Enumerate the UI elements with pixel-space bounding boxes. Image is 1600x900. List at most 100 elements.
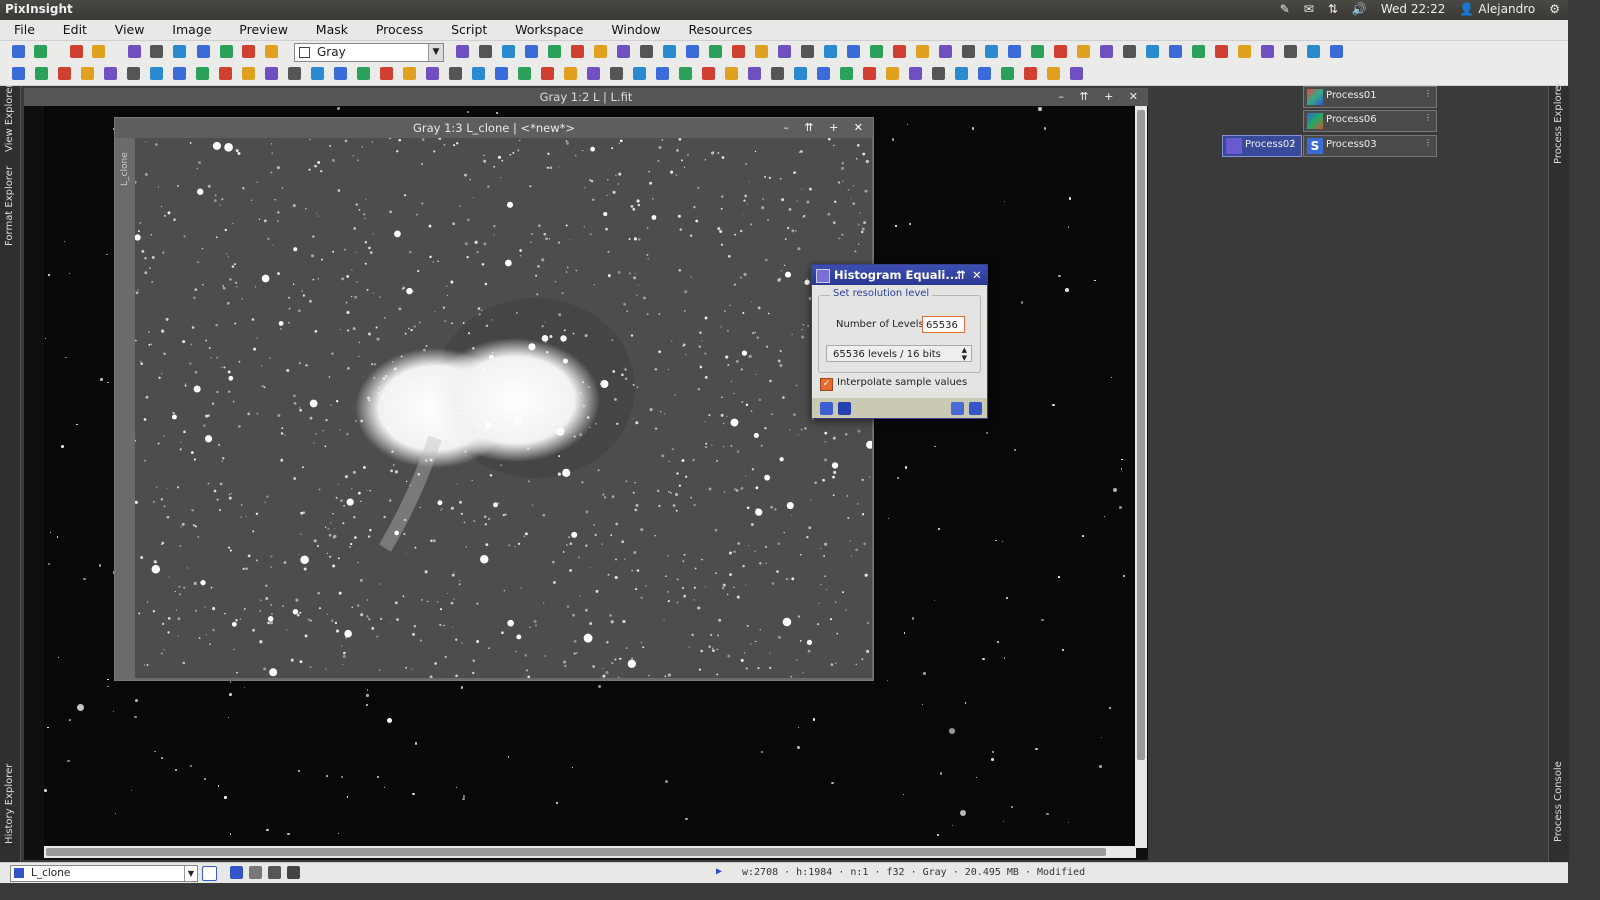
vertical-scrollbar[interactable] [1135, 106, 1147, 848]
toolbar-tool-icon[interactable] [755, 45, 768, 58]
toolbar-tool-icon[interactable] [656, 67, 669, 80]
toolbar-tool-icon[interactable] [985, 45, 998, 58]
toolbar-tool-icon[interactable] [663, 45, 676, 58]
menu-image[interactable]: Image [158, 20, 221, 37]
toolbar-tool-icon[interactable] [564, 67, 577, 80]
documentation-icon[interactable] [951, 402, 964, 415]
toolbar-tool-icon[interactable] [380, 67, 393, 80]
toolbar-tool-icon[interactable] [1077, 45, 1090, 58]
dialog-titlebar[interactable]: Histogram Equali... ⇈ ✕ [812, 265, 987, 285]
toolbar-tool-icon[interactable] [702, 67, 715, 80]
toolbar-tool-icon[interactable] [610, 67, 623, 80]
toolbar-tool-icon[interactable] [334, 67, 347, 80]
toolbar-tool-icon[interactable] [978, 67, 991, 80]
user-name[interactable]: Alejandro [1478, 2, 1535, 16]
chevron-down-icon[interactable]: ▼ [428, 44, 443, 61]
display-mode-icon[interactable] [287, 866, 300, 879]
toolbar-tool-icon[interactable] [932, 67, 945, 80]
toolbar-tool-icon[interactable] [939, 45, 952, 58]
menu-resources[interactable]: Resources [674, 20, 762, 37]
toolbar-tool-icon[interactable] [1330, 45, 1343, 58]
menu-preview[interactable]: Preview [225, 20, 298, 37]
process-icon-02[interactable]: Process02 ⋮ [1222, 135, 1302, 157]
toolbar-tool-icon[interactable] [502, 45, 515, 58]
toolbar-tool-icon[interactable] [311, 67, 324, 80]
horizontal-scrollbar[interactable] [44, 846, 1136, 858]
toolbar-tool-icon[interactable] [104, 67, 117, 80]
toolbar-tool-icon[interactable] [449, 67, 462, 80]
toolbar-tool-icon[interactable] [571, 45, 584, 58]
process-console-tab[interactable]: Process Console [1553, 761, 1564, 842]
toolbar-tool-icon[interactable] [242, 67, 255, 80]
toolbar-tool-icon[interactable] [150, 67, 163, 80]
toolbar-tool-icon[interactable] [617, 45, 630, 58]
format-explorer-tab[interactable]: Format Explorer [4, 166, 15, 246]
display-mode-icon[interactable] [230, 866, 243, 879]
toolbar-tool-icon[interactable] [633, 67, 646, 80]
toolbar-tool-icon[interactable] [1008, 45, 1021, 58]
toolbar-tool-icon[interactable] [12, 45, 25, 58]
levels-input[interactable]: 65536 [922, 316, 965, 333]
toolbar-tool-icon[interactable] [1192, 45, 1205, 58]
toolbar-tool-icon[interactable] [847, 45, 860, 58]
toolbar-tool-icon[interactable] [1031, 45, 1044, 58]
network-icon[interactable]: ⇅ [1328, 2, 1338, 16]
toolbar-tool-icon[interactable] [403, 67, 416, 80]
window-titlebar[interactable]: Gray 1:2 L | L.fit – ⇈ + ✕ [24, 88, 1148, 106]
image-canvas-clone[interactable] [135, 138, 872, 678]
menu-edit[interactable]: Edit [49, 20, 97, 37]
toolbar-tool-icon[interactable] [518, 67, 531, 80]
toolbar-tool-icon[interactable] [1169, 45, 1182, 58]
toolbar-tool-icon[interactable] [128, 45, 141, 58]
toolbar-tool-icon[interactable] [1047, 67, 1060, 80]
new-instance-icon[interactable] [820, 402, 833, 415]
menu-view[interactable]: View [101, 20, 155, 37]
toolbar-tool-icon[interactable] [173, 45, 186, 58]
toolbar-tool-icon[interactable] [525, 45, 538, 58]
toolbar-tool-icon[interactable] [1307, 45, 1320, 58]
toolbar-tool-icon[interactable] [34, 45, 47, 58]
toolbar-tool-icon[interactable] [794, 67, 807, 80]
toolbar-tool-icon[interactable] [495, 67, 508, 80]
menu-script[interactable]: Script [437, 20, 497, 37]
toolbar-tool-icon[interactable] [81, 67, 94, 80]
toolbar-tool-icon[interactable] [265, 67, 278, 80]
toolbar-tool-icon[interactable] [909, 67, 922, 80]
toolbar-tool-icon[interactable] [1070, 67, 1083, 80]
toolbar-tool-icon[interactable] [709, 45, 722, 58]
display-mode-icon[interactable] [249, 866, 262, 879]
toolbar-tool-icon[interactable] [686, 45, 699, 58]
toolbar-tool-icon[interactable] [288, 67, 301, 80]
toolbar-tool-icon[interactable] [725, 67, 738, 80]
toolbar-tool-icon[interactable] [640, 45, 653, 58]
toolbar-tool-icon[interactable] [1261, 45, 1274, 58]
toolbar-tool-icon[interactable] [1100, 45, 1113, 58]
toolbar-tool-icon[interactable] [70, 45, 83, 58]
mail-icon[interactable]: ✉ [1304, 2, 1314, 16]
view-explorer-tab[interactable]: View Explorer [4, 83, 15, 152]
apply-global-icon[interactable] [838, 402, 851, 415]
view-selector[interactable]: L_clone ▼ [10, 865, 198, 882]
play-icon[interactable]: ▶ [716, 866, 722, 877]
clock[interactable]: Wed 22:22 [1381, 2, 1446, 16]
toolbar-tool-icon[interactable] [863, 67, 876, 80]
toolbar-tool-icon[interactable] [840, 67, 853, 80]
toolbar-tool-icon[interactable] [1146, 45, 1159, 58]
toolbar-tool-icon[interactable] [426, 67, 439, 80]
toolbar-tool-icon[interactable] [1024, 67, 1037, 80]
toolbar-tool-icon[interactable] [955, 67, 968, 80]
image-window-clone[interactable]: Gray 1:3 L_clone | <*new*> – ⇈ + ✕ L_clo… [114, 117, 874, 681]
spin-arrows-icon[interactable]: ▲ ▼ [962, 346, 967, 362]
toolbar-tool-icon[interactable] [962, 45, 975, 58]
history-explorer-tab[interactable]: History Explorer [4, 764, 15, 844]
toolbar-tool-icon[interactable] [219, 67, 232, 80]
process-icon-01[interactable]: Process01 ⋮ [1303, 86, 1437, 108]
toolbar-tool-icon[interactable] [1054, 45, 1067, 58]
toolbar-tool-icon[interactable] [173, 67, 186, 80]
channel-combo[interactable]: Gray ▼ [294, 43, 444, 62]
toolbar-tool-icon[interactable] [801, 45, 814, 58]
toolbar-tool-icon[interactable] [242, 45, 255, 58]
toolbar-tool-icon[interactable] [771, 67, 784, 80]
menu-workspace[interactable]: Workspace [501, 20, 593, 37]
process-explorer-tab[interactable]: Process Explorer [1553, 81, 1564, 164]
